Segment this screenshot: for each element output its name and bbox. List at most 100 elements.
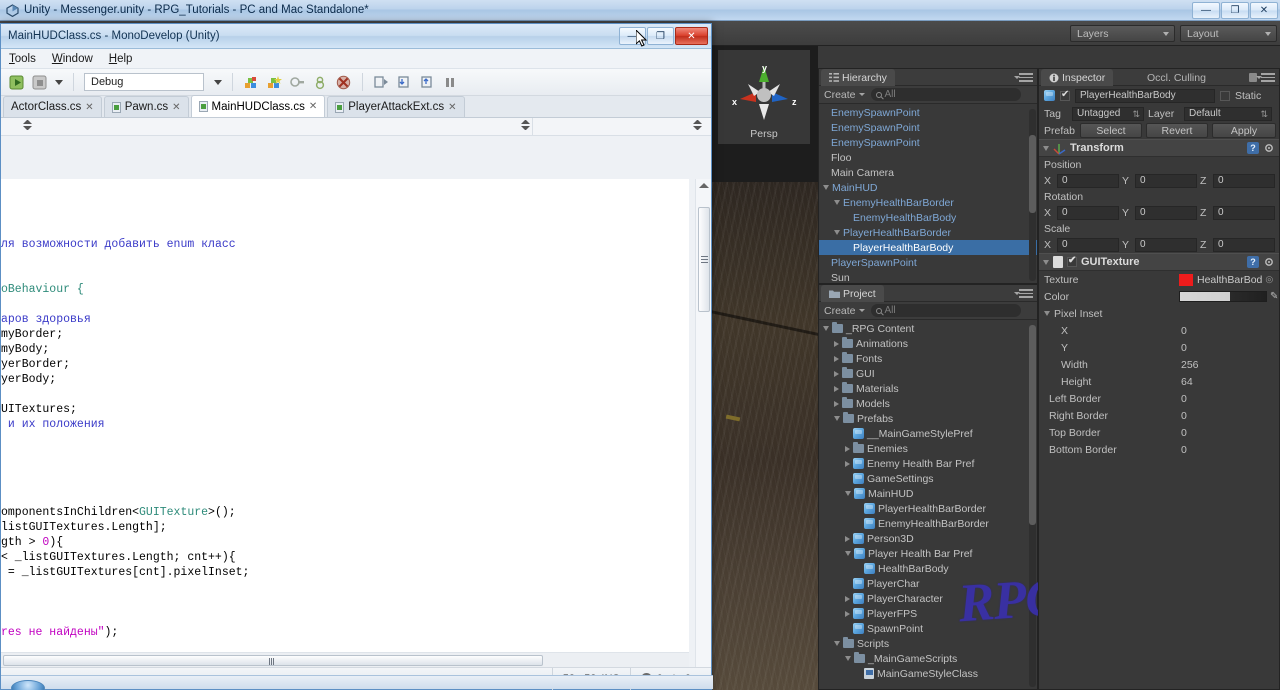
help-icon[interactable]: ? <box>1247 256 1259 268</box>
project-item[interactable]: Prefabs <box>819 411 1037 426</box>
property-value[interactable]: 0 <box>1181 342 1187 354</box>
project-options-icon[interactable] <box>1014 289 1033 298</box>
close-icon[interactable]: ✕ <box>448 102 456 113</box>
guitexture-component-header[interactable]: GUITexture ? <box>1039 253 1279 271</box>
build-configuration-combo[interactable]: Debug <box>84 73 204 91</box>
hierarchy-tree[interactable]: EnemySpawnPoint EnemySpawnPoint EnemySpawn… <box>819 105 1037 282</box>
collapse-triangle-icon[interactable] <box>834 385 839 392</box>
close-icon[interactable]: ✕ <box>85 102 93 113</box>
collapse-triangle-icon[interactable] <box>834 370 839 377</box>
editor-vertical-scrollbar[interactable] <box>695 179 711 669</box>
layer-dropdown[interactable]: Default ⇅ <box>1184 106 1272 121</box>
position-x-field[interactable]: 0 <box>1057 173 1119 188</box>
project-tree[interactable]: _RPG Content Animations Fonts GUI Materials M… <box>819 321 1037 688</box>
guitexture-enabled-checkbox[interactable] <box>1067 255 1077 267</box>
gear-icon[interactable] <box>1263 256 1275 268</box>
close-icon[interactable]: ✕ <box>309 101 317 112</box>
project-item[interactable]: _MainGameScripts <box>819 651 1037 666</box>
property-value[interactable]: 0 <box>1181 410 1187 422</box>
project-item[interactable]: Scripts <box>819 636 1037 651</box>
vertical-scroll-thumb[interactable] <box>698 207 710 312</box>
monodevelop-window-controls[interactable]: — ❐ ✕ <box>618 27 708 45</box>
layers-dropdown[interactable]: Layers <box>1070 25 1175 42</box>
expand-triangle-icon[interactable] <box>834 230 840 235</box>
inspector-options-icon[interactable] <box>1256 73 1275 82</box>
tab-hierarchy[interactable]: Hierarchy <box>821 69 895 86</box>
expand-triangle-icon[interactable] <box>834 200 840 205</box>
run-options-chevron-icon[interactable] <box>55 79 63 85</box>
object-picker-icon[interactable]: ◎ <box>1265 274 1273 285</box>
hierarchy-item[interactable]: PlayerHealthBarBorder <box>819 225 1037 240</box>
document-tab[interactable]: MainHUDClass.cs ✕ <box>190 95 326 117</box>
monodevelop-restore-button[interactable]: ❐ <box>647 27 674 45</box>
stop-icon[interactable] <box>32 74 49 91</box>
property-value[interactable]: 0 <box>1181 393 1187 405</box>
hierarchy-item[interactable]: PlayerSpawnPoint <box>819 255 1037 270</box>
unity-close-button[interactable]: ✕ <box>1250 2 1278 19</box>
project-create-button[interactable]: Create <box>824 305 865 317</box>
project-item[interactable]: MainHUD <box>819 486 1037 501</box>
project-item[interactable]: Player Health Bar Pref <box>819 546 1037 561</box>
project-item[interactable]: PlayerChar <box>819 576 1037 591</box>
property-value[interactable]: 0 <box>1181 427 1187 439</box>
project-item[interactable]: GUI <box>819 366 1037 381</box>
debug-bug-icon[interactable] <box>312 74 329 91</box>
project-item[interactable]: GameSettings <box>819 471 1037 486</box>
menu-item-window[interactable]: Window <box>52 53 93 65</box>
step-over-icon[interactable] <box>373 74 390 91</box>
property-value[interactable]: 64 <box>1181 376 1193 388</box>
monodevelop-menubar[interactable]: Tools Window Help <box>1 49 711 69</box>
unity-maximize-button[interactable]: ❐ <box>1221 2 1249 19</box>
position-z-field[interactable]: 0 <box>1213 173 1275 188</box>
project-item[interactable]: EnemyHealthBarBorder <box>819 516 1037 531</box>
transform-component-header[interactable]: Transform ? <box>1039 139 1279 157</box>
scale-x-field[interactable]: 0 <box>1057 237 1119 252</box>
scale-z-field[interactable]: 0 <box>1213 237 1275 252</box>
project-item[interactable]: MainGameStyleClass <box>819 666 1037 681</box>
build-solution-icon[interactable] <box>243 74 260 91</box>
project-item[interactable]: Models <box>819 396 1037 411</box>
navbar-extra-stepper[interactable] <box>693 120 702 134</box>
help-icon[interactable]: ? <box>1247 142 1259 154</box>
collapse-triangle-icon[interactable] <box>845 610 850 617</box>
start-button-icon[interactable] <box>11 680 45 690</box>
document-tab[interactable]: PlayerAttackExt.cs ✕ <box>327 96 465 117</box>
tab-occlusion-culling[interactable]: Occl. Culling <box>1139 69 1214 86</box>
expand-triangle-icon[interactable] <box>834 416 840 421</box>
project-item[interactable]: Animations <box>819 336 1037 351</box>
collapse-triangle-icon[interactable] <box>1043 145 1049 151</box>
navbar-class-stepper[interactable] <box>23 120 32 134</box>
editor-horizontal-scrollbar[interactable] <box>1 652 689 667</box>
eyedropper-icon[interactable]: ✎ <box>1270 291 1278 302</box>
property-value[interactable]: 0 <box>1181 325 1187 337</box>
hierarchy-item[interactable]: EnemySpawnPoint <box>819 135 1037 150</box>
project-item[interactable]: Enemies <box>819 441 1037 456</box>
texture-value[interactable]: HealthBarBod <box>1197 274 1262 286</box>
project-item[interactable]: _RPG Content <box>819 321 1037 336</box>
prefab-revert-button[interactable]: Revert <box>1146 123 1208 138</box>
collapse-triangle-icon[interactable] <box>1043 259 1049 265</box>
rotation-x-field[interactable]: 0 <box>1057 205 1119 220</box>
project-item[interactable]: __MainGameStylePref <box>819 426 1037 441</box>
tag-dropdown[interactable]: Untagged ⇅ <box>1072 106 1144 121</box>
hierarchy-search-input[interactable]: All <box>870 88 1021 101</box>
windows-taskbar[interactable] <box>1 675 713 690</box>
project-item[interactable]: HealthBarBody <box>819 561 1037 576</box>
monodevelop-window[interactable]: MainHUDClass.cs - MonoDevelop (Unity) — … <box>0 23 713 690</box>
rotation-y-field[interactable]: 0 <box>1135 205 1197 220</box>
property-value[interactable]: 256 <box>1181 359 1199 371</box>
navbar-member-stepper[interactable] <box>521 120 530 134</box>
prefab-apply-button[interactable]: Apply <box>1212 123 1276 138</box>
hierarchy-item[interactable]: Main Camera <box>819 165 1037 180</box>
tab-inspector[interactable]: Inspector <box>1041 69 1114 86</box>
rotation-z-field[interactable]: 0 <box>1213 205 1275 220</box>
expand-triangle-icon[interactable] <box>823 185 829 190</box>
collapse-triangle-icon[interactable] <box>845 445 850 452</box>
scale-y-field[interactable]: 0 <box>1135 237 1197 252</box>
expand-triangle-icon[interactable] <box>834 641 840 646</box>
color-field[interactable] <box>1179 291 1267 302</box>
horizontal-scroll-thumb[interactable] <box>3 655 543 666</box>
expand-triangle-icon[interactable] <box>845 491 851 496</box>
hierarchy-item[interactable]: MainHUD <box>819 180 1037 195</box>
project-item[interactable]: Materials <box>819 381 1037 396</box>
